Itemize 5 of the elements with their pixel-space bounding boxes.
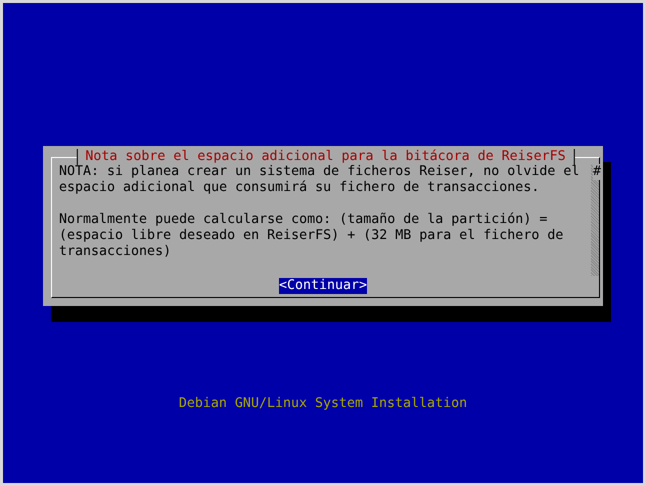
dialog-title: Nota sobre el espacio adicional para la bitácora de ReiserFS [76, 149, 575, 165]
message-paragraph: Normalmente puede calcularse como: (tamaño de la partición) = (espacio libre deseado en ReiserFS) + (32 MB para el fichero de transacciones) [59, 212, 564, 260]
message-paragraph: NOTA: si planea crear un sistema de ficheros Reiser, no olvide el espacio adicional que consumirá su fichero de transacciones. [59, 164, 580, 196]
continue-button[interactable]: <Continuar> [278, 278, 368, 294]
footer-title: Debian GNU/Linux System Installation [178, 396, 468, 412]
